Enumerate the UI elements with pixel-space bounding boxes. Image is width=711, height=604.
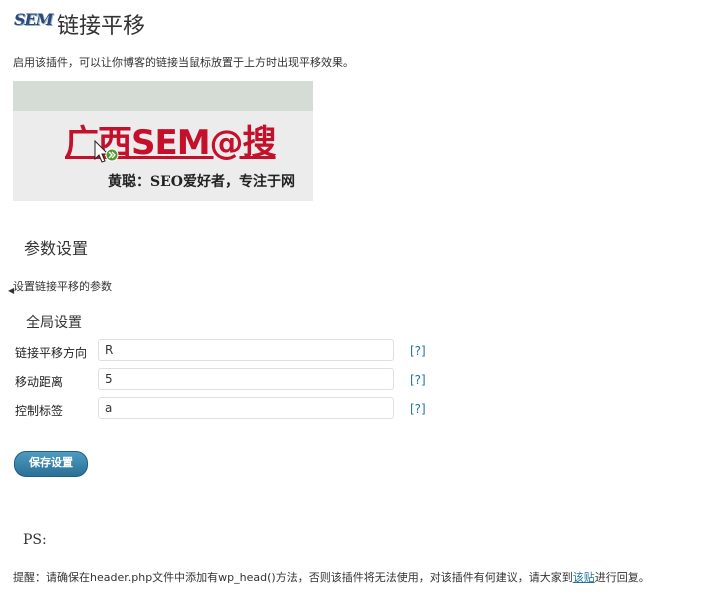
page-title: 链接平移	[57, 14, 146, 39]
distance-label: 移动距离	[15, 375, 64, 389]
ps-note-text: 提醒：请确保在header.php文件中添加有wp_head()方法，否则该插件…	[13, 571, 573, 584]
field-row-direction: 链接平移方向 [?]	[15, 339, 435, 365]
section-description: 设置链接平移的参数	[13, 280, 112, 293]
ps-heading: PS:	[23, 532, 47, 548]
preview-image: 广西SEM@搜 黄聪：SEO爱好者，专注于网	[13, 81, 313, 201]
save-settings-button[interactable]: 保存设置	[14, 451, 88, 477]
section-title-params: 参数设置	[24, 239, 89, 258]
ps-note-tail: 进行回复。	[594, 571, 650, 584]
tag-label: 控制标签	[15, 404, 64, 418]
field-row-distance: 移动距离 [?]	[15, 368, 435, 394]
distance-help-link[interactable]: [?]	[410, 373, 426, 387]
preview-band-top	[13, 81, 313, 111]
group-title-global: 全局设置	[26, 315, 82, 331]
distance-input[interactable]	[98, 368, 394, 390]
direction-label: 链接平移方向	[15, 346, 88, 360]
ps-note: 提醒：请确保在header.php文件中添加有wp_head()方法，否则该插件…	[13, 569, 650, 585]
tag-help-link[interactable]: [?]	[410, 402, 426, 416]
tag-input[interactable]	[98, 397, 394, 419]
sem-logo: SEM	[14, 10, 53, 29]
ps-note-link[interactable]: 该贴	[573, 571, 595, 584]
direction-help-link[interactable]: [?]	[410, 344, 426, 358]
plugin-description: 启用该插件，可以让你博客的链接当鼠标放置于上方时出现平移效果。	[13, 56, 354, 69]
preview-subline: 黄聪：SEO爱好者，专注于网	[108, 174, 295, 190]
field-row-tag: 控制标签 [?]	[15, 397, 435, 423]
cursor-arrow-icon	[94, 139, 119, 163]
direction-input[interactable]	[98, 339, 394, 361]
